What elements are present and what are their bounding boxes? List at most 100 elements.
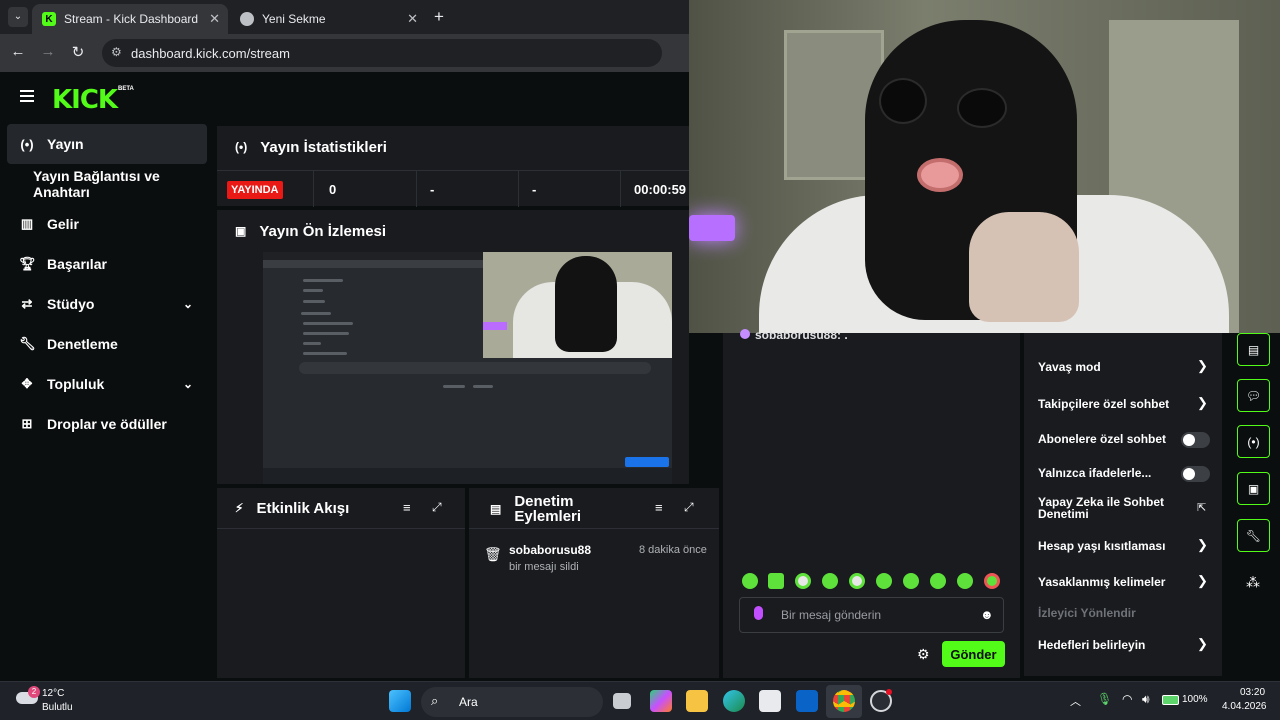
apps-icon[interactable]: ⁂ [1246, 574, 1260, 591]
popout-icon[interactable]: ⤢ [684, 500, 694, 515]
chat-settings-icon[interactable]: ⚙ [917, 646, 930, 663]
sidebar-item-achievements[interactable]: 🏆︎ Başarılar [7, 244, 207, 284]
weather-widget[interactable]: 2 12°C Bulutlu [14, 686, 94, 716]
outlook-icon[interactable] [796, 690, 818, 712]
sidebar-item-drops[interactable]: ⊞ Droplar ve ödüller [7, 404, 207, 444]
emote-icon[interactable] [903, 573, 919, 589]
subscriber-count: - [532, 181, 537, 197]
new-tab-icon[interactable]: + [434, 7, 444, 27]
chevron-right-icon[interactable]: ❯ [1197, 395, 1208, 411]
external-link-icon[interactable]: ⇱ [1197, 501, 1206, 514]
battery-icon[interactable] [1162, 695, 1179, 705]
banned-words-item[interactable]: Yasaklanmış kelimeler [1038, 575, 1165, 589]
ai-moderation-item[interactable]: Yapay Zeka ile Sohbet Denetimi [1038, 496, 1164, 520]
chevron-right-icon[interactable]: ❯ [1197, 636, 1208, 652]
user-badge-icon [740, 329, 750, 339]
edge-icon[interactable] [723, 690, 745, 712]
wifi-icon[interactable]: ◠ [1122, 692, 1132, 706]
emote-icon[interactable] [822, 573, 838, 589]
send-button[interactable]: Gönder [942, 641, 1005, 667]
sidebar-item-label: Yayın [47, 136, 84, 152]
sidebar-item-moderation[interactable]: 🔧︎ Denetleme [7, 324, 207, 364]
notes-icon[interactable]: ▤ [1237, 333, 1270, 366]
chevron-right-icon[interactable]: ❯ [1197, 573, 1208, 589]
broadcast-icon[interactable]: (•) [1237, 425, 1270, 458]
emote-icon[interactable] [984, 573, 1000, 589]
address-bar[interactable]: ⚙ dashboard.kick.com/stream [102, 39, 662, 67]
emote-icon[interactable] [795, 573, 811, 589]
chat-input[interactable]: Bir mesaj gönderin ☻ [739, 597, 1004, 633]
emote-icon[interactable] [930, 573, 946, 589]
chevron-up-icon[interactable]: ︿ [1070, 693, 1081, 709]
chevron-right-icon[interactable]: ❯ [1197, 358, 1208, 374]
camera-icon[interactable]: ▣ [1237, 472, 1270, 505]
sidebar-item-label: Droplar ve ödüller [47, 416, 167, 432]
live-badge: YAYINDA [227, 181, 283, 199]
site-info-icon[interactable]: ⚙ [111, 45, 122, 59]
stream-preview-video[interactable] [263, 252, 672, 484]
store-icon[interactable] [759, 690, 781, 712]
menu-icon[interactable] [20, 90, 34, 102]
mod-action-desc: bir mesajı sildi [509, 561, 579, 573]
sidebar-item-stream[interactable]: (•) Yayın [7, 124, 207, 164]
broadcast-icon: (•) [235, 140, 248, 154]
taskbar-search[interactable]: ⌕ Ara [421, 687, 603, 717]
browser-tab-kick[interactable]: K Stream - Kick Dashboard ✕ [32, 4, 228, 34]
emote-icon[interactable] [768, 573, 784, 589]
file-explorer-icon[interactable] [686, 690, 708, 712]
sidebar-item-studio[interactable]: ⇄ Stüdyo ⌄ [7, 284, 207, 324]
windows-start-icon[interactable] [389, 690, 411, 712]
wrench-icon[interactable]: 🔧︎ [1237, 519, 1270, 552]
mod-action-user[interactable]: sobaborusu88 [509, 543, 591, 557]
sidebar-item-label: Yayın Bağlantısı ve Anahtarı [33, 168, 160, 200]
emote-icon[interactable] [849, 573, 865, 589]
browser-tab-new[interactable]: Yeni Sekme ✕ [230, 4, 426, 34]
followers-only-item[interactable]: Takipçilere özel sohbet [1038, 397, 1169, 411]
mod-action-time: 8 dakika önce [639, 544, 707, 556]
reload-icon[interactable]: ↻ [68, 43, 88, 61]
close-icon[interactable]: ✕ [407, 11, 418, 27]
chevron-right-icon[interactable]: ❯ [1197, 537, 1208, 553]
stream-stats-panel: (•) Yayın İstatistikleri ⋮ YAYINDA 0 - -… [217, 126, 696, 207]
microphone-icon[interactable]: 🎙︎ [1097, 692, 1112, 706]
microphone-icon[interactable] [754, 606, 763, 620]
filter-icon[interactable]: ≡ [403, 500, 411, 515]
account-age-item[interactable]: Hesap yaşı kısıtlaması [1038, 539, 1165, 553]
clock-time[interactable]: 03:20 [1240, 687, 1265, 698]
forward-icon[interactable]: → [38, 43, 58, 60]
kick-logo[interactable]: KICK [52, 85, 118, 115]
sidebar-item-community[interactable]: ✥ Topluluk ⌄ [7, 364, 207, 404]
tab-title: Yeni Sekme [262, 12, 326, 26]
trophy-icon: 🏆︎ [19, 256, 36, 271]
sidebar-item-stream-key[interactable]: Yayın Bağlantısı ve Anahtarı [7, 164, 207, 204]
beta-badge: BETA [118, 86, 134, 92]
emoji-icon[interactable]: ☻ [980, 607, 994, 622]
mod-action-entry[interactable]: 🗑︎ sobaborusu88 8 dakika önce bir mesajı… [469, 540, 719, 580]
emotes-only-toggle[interactable] [1181, 466, 1210, 482]
stats-header: (•) Yayın İstatistikleri [235, 137, 387, 157]
sidebar-item-revenue[interactable]: ▥ Gelir [7, 204, 207, 244]
chat-bubble-icon[interactable]: 💬︎ [1237, 379, 1270, 412]
wrench-icon: 🔧︎ [19, 336, 36, 351]
chrome-icon[interactable] [833, 690, 855, 712]
emote-icon[interactable] [876, 573, 892, 589]
chevron-down-icon: ⌄ [182, 377, 193, 391]
chat-username[interactable]: sobaborusu88: [755, 328, 841, 342]
emote-icon[interactable] [957, 573, 973, 589]
back-icon[interactable]: ← [8, 43, 28, 60]
drops-icon: ⊞ [21, 416, 33, 431]
task-view-icon[interactable] [613, 693, 631, 709]
emote-icon[interactable] [742, 573, 758, 589]
set-goals-item[interactable]: Hedefleri belirleyin [1038, 638, 1145, 652]
weather-desc: Bulutlu [42, 702, 73, 713]
volume-icon[interactable]: 🔊︎ [1142, 692, 1150, 707]
tab-search-dropdown-icon[interactable]: ⌄ [8, 7, 28, 27]
slow-mode-item[interactable]: Yavaş mod [1038, 360, 1101, 374]
popout-icon[interactable]: ⤢ [432, 500, 442, 515]
close-icon[interactable]: ✕ [209, 11, 220, 27]
subscribers-only-toggle[interactable] [1181, 432, 1210, 448]
mod-actions-header: ▤ Denetim Eylemleri [490, 492, 581, 526]
clock-date[interactable]: 4.04.2026 [1222, 701, 1267, 712]
copilot-icon[interactable] [650, 690, 672, 712]
filter-icon[interactable]: ≡ [655, 500, 663, 515]
